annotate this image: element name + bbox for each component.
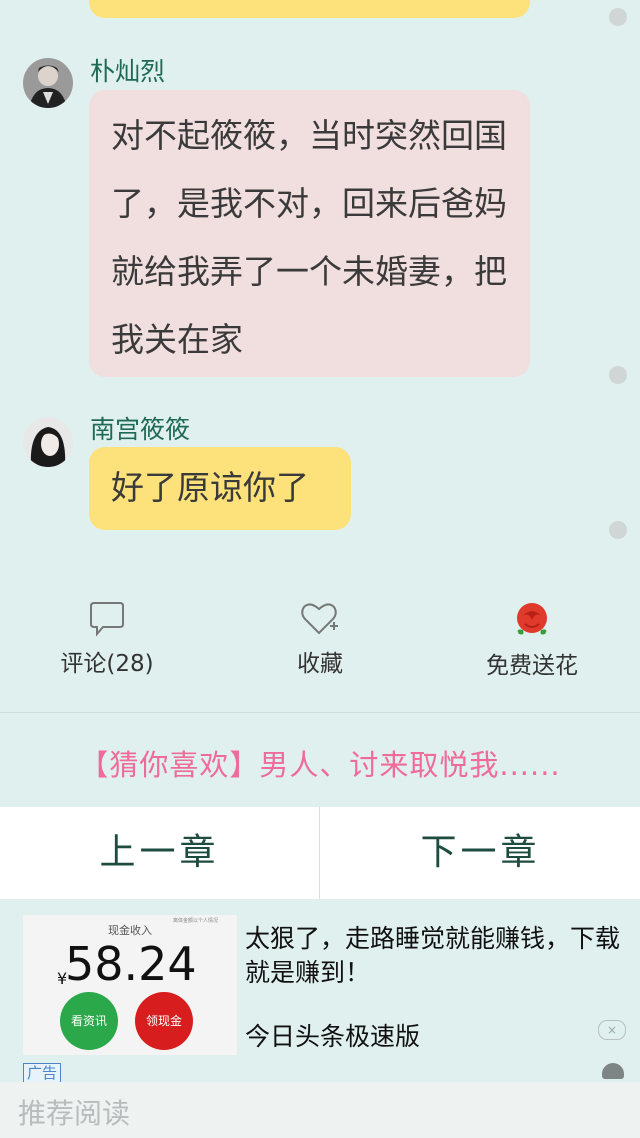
ad-image[interactable]: 现金收入 离体金额以个人情况 ¥ 58.24 看资讯 领现金 bbox=[23, 915, 237, 1055]
speaker-name: 南宫筱筱 bbox=[90, 415, 191, 444]
ad-source: 今日头条极速版 bbox=[245, 1022, 421, 1051]
recommend-link[interactable]: 【猜你喜欢】男人、讨来取悦我...... bbox=[0, 742, 640, 784]
speaker-name: 朴灿烈 bbox=[90, 57, 166, 86]
recommended-reading-label: 推荐阅读 bbox=[18, 1097, 131, 1130]
favorite-button[interactable]: 收藏 bbox=[230, 600, 410, 678]
prev-chapter-button[interactable]: 上一章 bbox=[0, 807, 319, 899]
scroll-dot bbox=[609, 366, 627, 384]
ad-badge: 广告 bbox=[23, 1063, 62, 1083]
avatar[interactable] bbox=[23, 417, 73, 467]
close-icon[interactable]: × bbox=[598, 1020, 626, 1040]
ad-image-note: 离体金额以个人情况 bbox=[173, 918, 219, 924]
heart-plus-icon bbox=[301, 603, 338, 635]
divider bbox=[0, 712, 640, 713]
scroll-dot bbox=[609, 8, 627, 26]
message-bubble: 好了原谅你了 bbox=[89, 447, 351, 530]
ad-btn-cash-label: 领现金 bbox=[145, 1014, 182, 1028]
nav-divider bbox=[319, 807, 320, 899]
message-bubble: 对不起筱筱，当时突然回国了，是我不对，回来后爸妈就给我弄了一个未婚妻，把我关在家 bbox=[89, 90, 530, 377]
send-flower-label: 免费送花 bbox=[486, 653, 578, 679]
comment-label: 评论(28) bbox=[60, 651, 154, 677]
comment-button[interactable]: 评论(28) bbox=[17, 600, 197, 678]
ad-btn-cash: 领现金 bbox=[135, 992, 193, 1050]
ad-banner[interactable]: 现金收入 离体金额以个人情况 ¥ 58.24 看资讯 领现金 太狠了，走路睡觉就… bbox=[0, 900, 640, 1083]
next-chapter-button[interactable]: 下一章 bbox=[321, 807, 640, 899]
recommended-reading-bar[interactable]: 推荐阅读 bbox=[0, 1082, 640, 1138]
avatar[interactable] bbox=[23, 58, 73, 108]
previous-message-bubble bbox=[89, 0, 530, 18]
ad-amount: 58.24 bbox=[65, 937, 197, 991]
comment-icon bbox=[90, 602, 124, 637]
turtle-icon bbox=[602, 1063, 624, 1079]
favorite-label: 收藏 bbox=[297, 651, 343, 677]
send-flower-button[interactable]: 免费送花 bbox=[442, 600, 622, 680]
chapter-nav: 上一章 下一章 bbox=[0, 807, 640, 899]
ad-headline[interactable]: 太狠了，走路睡觉就能赚钱，下载就是赚到！ bbox=[245, 922, 625, 990]
rose-icon bbox=[517, 603, 547, 635]
ad-btn-read-label: 看资讯 bbox=[70, 1014, 107, 1028]
ad-image-title: 现金收入 bbox=[108, 924, 152, 937]
ad-btn-read: 看资讯 bbox=[60, 992, 118, 1050]
scroll-dot bbox=[609, 521, 627, 539]
